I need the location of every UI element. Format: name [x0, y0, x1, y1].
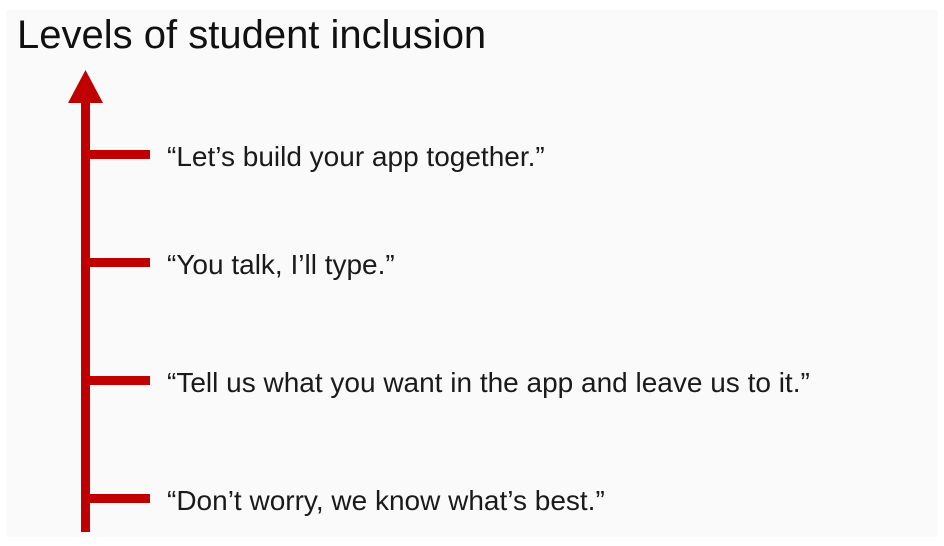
arrow-up-icon [68, 70, 103, 103]
bottom-border [0, 537, 944, 546]
level-tick [81, 258, 150, 267]
level-tick [81, 150, 150, 159]
inclusion-axis [68, 70, 150, 532]
level-label-you-talk: “You talk, I’ll type.” [167, 249, 395, 280]
level-label-leave-us-to-it: “Tell us what you want in the app and le… [167, 367, 810, 398]
axis-line [81, 98, 90, 532]
level-tick [81, 494, 150, 503]
level-label-we-know-best: “Don’t worry, we know what’s best.” [167, 485, 605, 516]
level-tick [81, 376, 150, 385]
level-label-build-together: “Let’s build your app together.” [167, 141, 545, 172]
